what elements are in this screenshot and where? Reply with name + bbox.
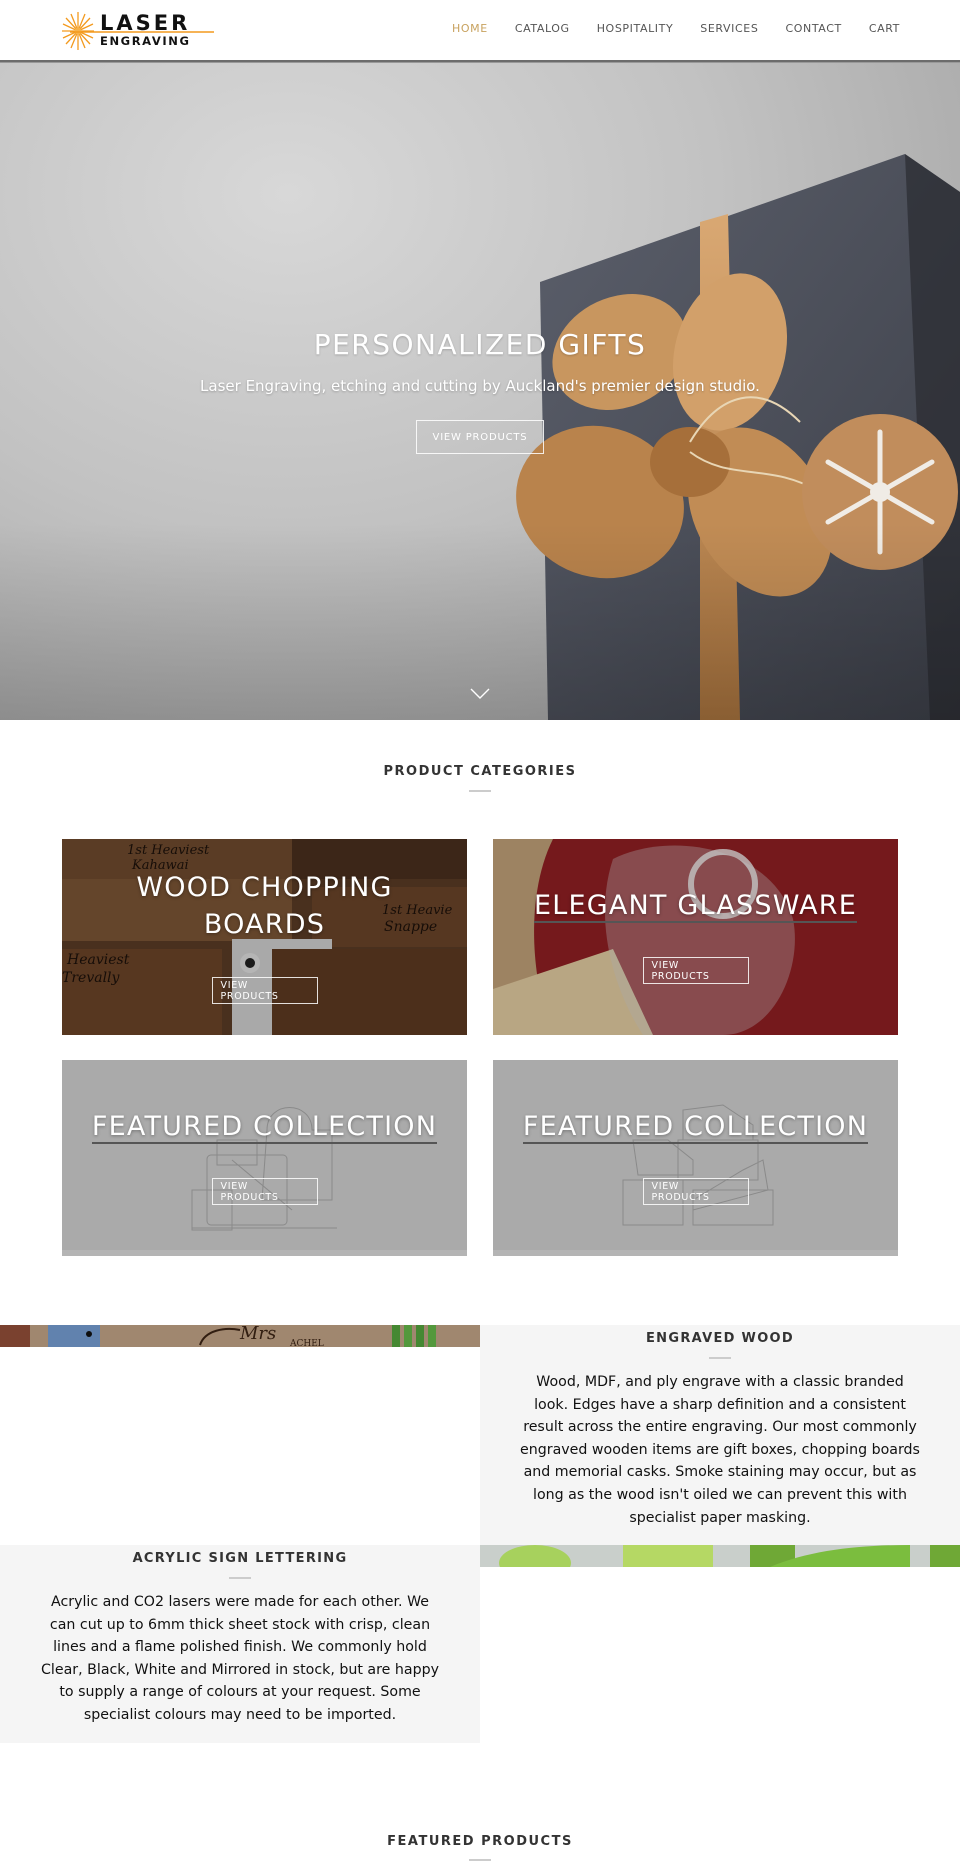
glassware-image <box>493 839 898 1035</box>
card-title: FEATURED COLLECTION <box>91 1111 438 1144</box>
nav-contact[interactable]: CONTACT <box>785 22 841 35</box>
acrylic-sign-heading: ACRYLIC SIGN LETTERING <box>132 1551 348 1566</box>
acrylic-sign-image <box>480 1545 960 1567</box>
nav-cart[interactable]: CART <box>869 22 900 35</box>
view-products-button[interactable]: VIEW PRODUCTS <box>642 957 749 984</box>
shoes-illustration <box>493 1060 898 1256</box>
category-card-featured-collection-bags[interactable]: FEATURED COLLECTION VIEW PRODUCTS <box>62 1060 467 1256</box>
view-products-button[interactable]: VIEW PRODUCTS <box>211 977 318 1004</box>
view-products-button[interactable]: VIEW PRODUCTS <box>642 1178 749 1205</box>
engraved-wood-body: Wood, MDF, and ply engrave with a classi… <box>520 1374 920 1526</box>
hero-title: PERSONALIZED GIFTS <box>313 328 647 361</box>
engraved-wood-panel: ENGRAVED WOOD Wood, MDF, and ply engrave… <box>480 1325 960 1545</box>
category-card-elegant-glassware[interactable]: ELEGANT GLASSWARE VIEW PRODUCTS <box>493 839 898 1035</box>
engraved-wood-image: Mrs ACHEL <box>0 1325 480 1347</box>
card-title: ELEGANT GLASSWARE <box>533 890 858 923</box>
nav-services[interactable]: SERVICES <box>700 22 758 35</box>
engraved-wood-photo: Mrs ACHEL <box>0 1325 480 1347</box>
laser-star-icon <box>62 12 94 50</box>
section-divider <box>709 1357 731 1359</box>
nav-catalog[interactable]: CATALOG <box>515 22 570 35</box>
logo-line2: ENGRAVING <box>100 34 191 48</box>
logo[interactable]: LASER ENGRAVING <box>60 8 218 52</box>
featured-products-title: FEATURED PRODUCTS <box>387 1834 573 1849</box>
logo-line1: LASER <box>100 11 190 35</box>
card-footer-strip <box>493 1250 898 1256</box>
acrylic-letters-photo <box>480 1545 960 1567</box>
hero-subtitle: Laser Engraving, etching and cutting by … <box>200 377 760 395</box>
card-footer-strip <box>62 1250 467 1256</box>
product-categories-title: PRODUCT CATEGORIES <box>383 764 577 779</box>
hero-banner: PERSONALIZED GIFTS Laser Engraving, etch… <box>0 62 960 720</box>
main-nav: HOME CATALOG HOSPITALITY SERVICES CONTAC… <box>425 22 900 35</box>
chevron-down-icon[interactable] <box>470 688 490 700</box>
bags-illustration <box>62 1060 467 1256</box>
hero-view-products-button[interactable]: VIEW PRODUCTS <box>416 420 544 454</box>
nav-home[interactable]: HOME <box>452 22 488 35</box>
card-title: FEATURED COLLECTION <box>522 1111 869 1144</box>
engraved-wood-heading: ENGRAVED WOOD <box>645 1331 794 1346</box>
section-divider <box>229 1577 251 1579</box>
acrylic-sign-panel: ACRYLIC SIGN LETTERING Acrylic and CO2 l… <box>0 1545 480 1743</box>
category-card-featured-collection-shoes[interactable]: FEATURED COLLECTION VIEW PRODUCTS <box>493 1060 898 1256</box>
section-divider <box>469 1859 491 1861</box>
section-divider <box>469 790 491 792</box>
site-header: LASER ENGRAVING HOME CATALOG HOSPITALITY… <box>0 0 960 62</box>
card-title: WOOD CHOPPING BOARDS <box>136 872 393 940</box>
category-card-wood-chopping-boards[interactable]: 1st Heaviest Kahawai 1st Heavie Snappe H… <box>62 839 467 1035</box>
acrylic-sign-body: Acrylic and CO2 lasers were made for eac… <box>41 1594 439 1723</box>
view-products-button[interactable]: VIEW PRODUCTS <box>211 1178 318 1205</box>
nav-hospitality[interactable]: HOSPITALITY <box>597 22 674 35</box>
